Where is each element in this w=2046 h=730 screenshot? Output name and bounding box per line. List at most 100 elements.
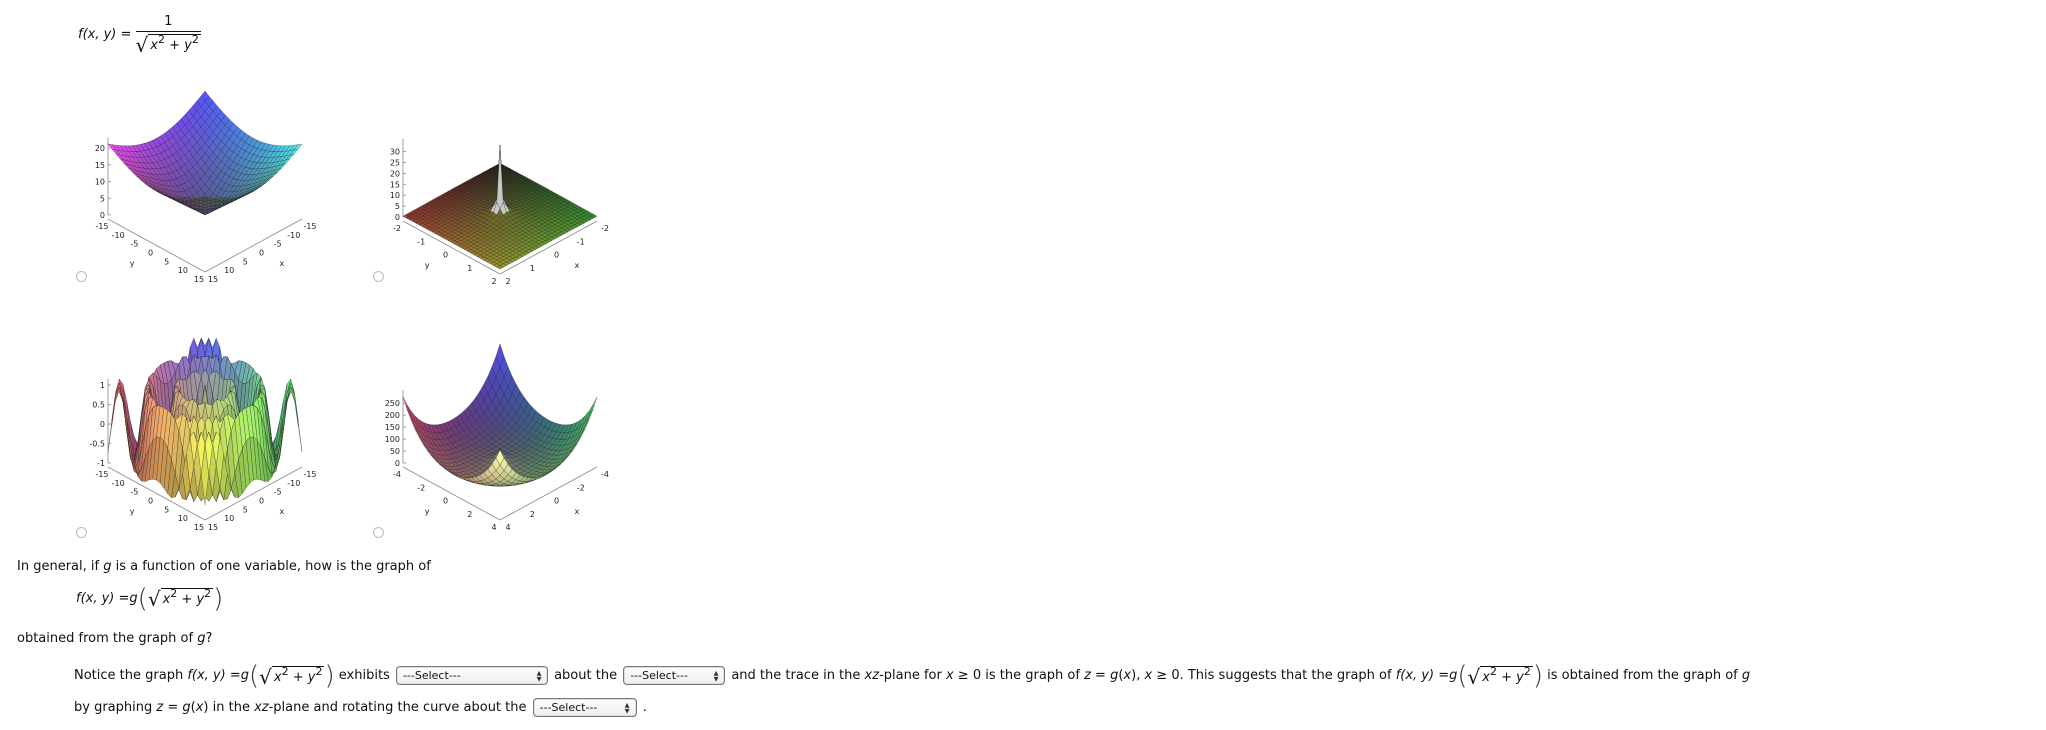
select-value: ---Select--- <box>402 668 461 682</box>
denominator: √ x2 + y2 <box>135 31 201 55</box>
square-root: √ x2 + y2 <box>1468 664 1533 687</box>
surface-patch <box>588 396 598 417</box>
close-paren: ) <box>1532 661 1544 691</box>
text-segment: by graphing <box>74 700 157 715</box>
x-axis <box>204 218 303 273</box>
text-segment: is obtained from the graph of <box>1543 668 1742 683</box>
var-y: y <box>196 592 205 607</box>
exponent: 2 <box>191 33 199 46</box>
text-segment: Notice the graph <box>74 668 188 683</box>
open-paren: ( <box>249 661 260 691</box>
text-segment: xz <box>864 668 880 683</box>
z-tick-label: 50 <box>390 447 400 456</box>
text-segment: -plane for <box>879 668 946 683</box>
text-segment: ? <box>205 631 213 646</box>
formula-g: g <box>129 591 138 606</box>
close-paren: ) <box>324 661 335 691</box>
y-tick-label: 10 <box>178 514 188 523</box>
var-x: x <box>150 38 158 53</box>
square-root: √ x2 + y2 <box>147 587 214 611</box>
composite-formula: f (x, y) = g(√ x2 + y2) <box>76 586 223 612</box>
x-tick-label: -15 <box>303 222 316 231</box>
text-segment: g <box>1741 668 1751 683</box>
z-tick-label: 0 <box>100 211 105 220</box>
y-tick-label: -1 <box>417 237 425 246</box>
text-segment: ≥ 0. This suggests that the graph of <box>1152 668 1396 683</box>
question-text: In general, if g is a function of one va… <box>17 559 431 574</box>
text-segment: is a function of one variable, how is th… <box>111 559 431 574</box>
answer-sentence: Notice the graph f (x, y) = g(√ x2 + y2) e… <box>74 660 1750 724</box>
numerator: 1 <box>164 14 173 29</box>
y-axis-label: y <box>425 261 430 270</box>
z-tick-label: 15 <box>95 161 105 170</box>
y-tick-label: 5 <box>164 505 169 514</box>
radio-option-3[interactable] <box>76 527 87 538</box>
answer-select-1[interactable]: ---Select--- ▲ ▼ <box>395 666 548 685</box>
y-tick-label: 0 <box>443 497 448 506</box>
y-tick-label: 0 <box>443 251 448 260</box>
surface-patch <box>402 396 412 417</box>
radicand: x2 + y2 <box>271 664 325 687</box>
x-tick-label: -2 <box>577 483 585 492</box>
x-tick-label: 5 <box>243 505 248 514</box>
text-segment: = <box>1090 668 1111 683</box>
z-tick-label: 200 <box>385 411 400 420</box>
z-tick-label: 15 <box>390 180 400 189</box>
formula-g: g <box>1449 668 1458 683</box>
plus: + <box>288 669 308 685</box>
y-tick-label: -10 <box>112 231 125 240</box>
y-tick-label: -10 <box>112 479 125 488</box>
radio-option-4[interactable] <box>373 527 384 538</box>
text-segment: and the trace in the <box>727 668 865 683</box>
sqrt-sign: √ <box>147 587 161 611</box>
z-tick-label: 0.5 <box>92 401 105 410</box>
updown-arrows-icon: ▲ ▼ <box>713 669 719 682</box>
y-axis <box>107 218 206 273</box>
text-segment: x <box>945 668 954 683</box>
surface-plot-4: -4 -2 0 2 4 y -4 -2 0 2 4 x 0 50 100 150 200 250 <box>385 343 609 532</box>
z-tick-label: 10 <box>95 178 105 187</box>
y-tick-label: -2 <box>393 224 401 233</box>
exponent: 2 <box>1523 664 1531 678</box>
x-tick-label: 10 <box>224 514 234 523</box>
radio-option-2[interactable] <box>373 271 384 282</box>
z-tick-label: 100 <box>385 435 400 444</box>
inline-formula: f (x, y) = g(√ x2 + y2) <box>76 586 223 612</box>
select-value: ---Select--- <box>539 700 598 714</box>
formula-g: g <box>240 668 249 683</box>
var-y: y <box>184 38 192 53</box>
z-tick-label: 5 <box>395 202 400 211</box>
surface-plot-1: -15-10-5051015y-15-10-5051015x05101520 <box>95 90 317 284</box>
answer-select-2[interactable]: ---Select--- ▲ ▼ <box>623 666 726 685</box>
radio-option-1[interactable] <box>76 271 87 282</box>
surface-plot-2: -2 -1 0 1 2 y -2 -1 0 1 2 x 0 5 10 15 20 2530 <box>390 139 609 286</box>
exponent: 2 <box>281 664 289 678</box>
z-tick-label: 25 <box>390 158 400 167</box>
z-tick-label: 0 <box>395 213 400 222</box>
text-segment: z <box>1084 668 1091 683</box>
y-tick-label: -4 <box>393 470 401 479</box>
sqrt-sign: √ <box>259 664 272 689</box>
text-segment: ), <box>1131 668 1145 683</box>
x-tick-label: -5 <box>274 488 282 497</box>
answer-select-3[interactable]: ---Select--- ▲ ▼ <box>532 698 637 717</box>
x-tick-label: 10 <box>224 266 234 275</box>
x-axis-label: x <box>575 261 580 270</box>
x-tick-label: -10 <box>287 479 300 488</box>
var-x: x <box>1482 669 1490 685</box>
x-tick-label: 0 <box>259 497 264 506</box>
open-paren: ( <box>1457 661 1468 691</box>
y-tick-label: -5 <box>130 240 138 249</box>
text-segment: . <box>638 700 647 715</box>
y-tick-label: 1 <box>467 264 472 273</box>
plus: + <box>1496 669 1517 685</box>
select-value: ---Select--- <box>630 668 688 682</box>
y-tick-label: -15 <box>95 222 108 231</box>
x-axis-label: x <box>280 507 285 516</box>
y-tick-label: 0 <box>148 249 153 258</box>
text-segment: In general, if <box>17 559 104 574</box>
x-tick-label: -2 <box>601 224 609 233</box>
exponent: 2 <box>204 587 212 600</box>
x-tick-label: 1 <box>530 264 535 273</box>
plus: + <box>165 38 185 53</box>
